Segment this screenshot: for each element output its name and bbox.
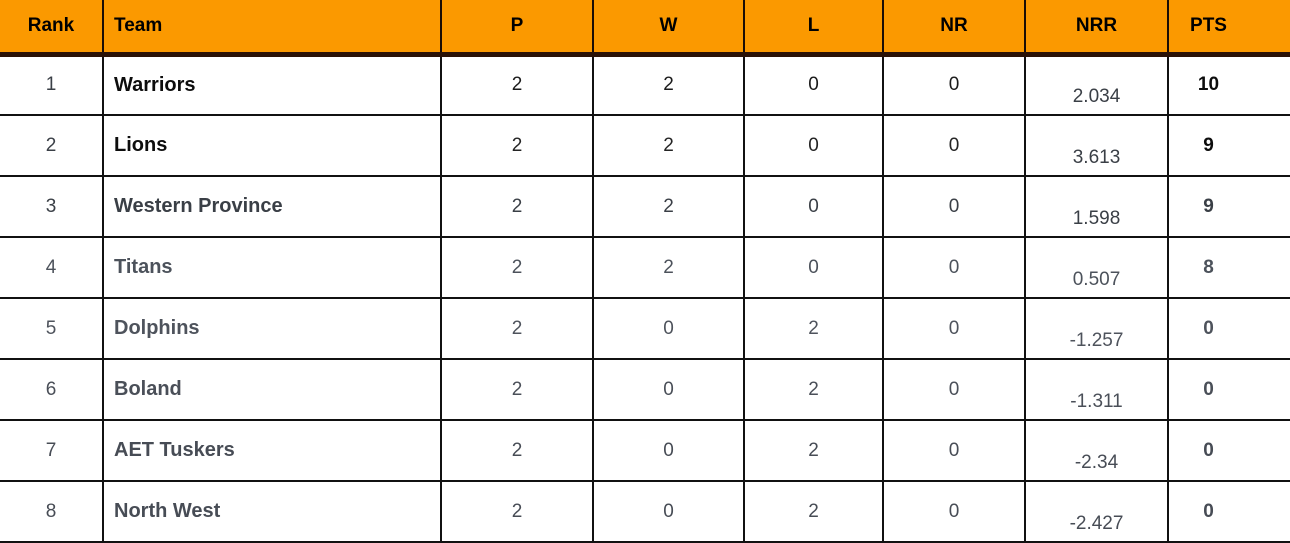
table-row: 1 Warriors 2 2 0 0 2.034 10 [0, 54, 1290, 116]
cell-nrr: -2.34 [1025, 420, 1169, 482]
standings-table: Rank Team P W L NR NRR PTS 1 Warriors 2 … [0, 0, 1290, 543]
cell-nrr: 2.034 [1025, 54, 1169, 116]
cell-team[interactable]: Boland [103, 359, 442, 421]
column-header-rank[interactable]: Rank [0, 0, 104, 57]
table-row: 7 AET Tuskers 2 0 2 0 -2.34 0 [0, 420, 1290, 482]
cell-nr: 0 [883, 237, 1026, 299]
cell-nr: 0 [883, 54, 1026, 116]
table-row: 5 Dolphins 2 0 2 0 -1.257 0 [0, 298, 1290, 360]
cell-l: 0 [744, 115, 884, 177]
table-row: 2 Lions 2 2 0 0 3.613 9 [0, 115, 1290, 177]
cell-nr: 0 [883, 298, 1026, 360]
cell-nrr: 0.507 [1025, 237, 1169, 299]
column-header-w[interactable]: W [593, 0, 745, 57]
cell-rank: 6 [0, 359, 104, 421]
cell-team[interactable]: Dolphins [103, 298, 442, 360]
cell-nrr: 3.613 [1025, 115, 1169, 177]
cell-w: 2 [593, 54, 745, 116]
cell-team[interactable]: Lions [103, 115, 442, 177]
cell-w: 0 [593, 359, 745, 421]
cell-nrr: -1.311 [1025, 359, 1169, 421]
column-header-pts[interactable]: PTS [1168, 0, 1290, 57]
cell-nr: 0 [883, 420, 1026, 482]
cell-rank: 1 [0, 54, 104, 116]
cell-p: 2 [441, 176, 594, 238]
cell-l: 0 [744, 176, 884, 238]
table-row: 4 Titans 2 2 0 0 0.507 8 [0, 237, 1290, 299]
column-header-team[interactable]: Team [103, 0, 442, 57]
cell-l: 0 [744, 237, 884, 299]
cell-pts: 0 [1168, 298, 1290, 360]
cell-nr: 0 [883, 481, 1026, 543]
cell-l: 2 [744, 359, 884, 421]
cell-team[interactable]: Titans [103, 237, 442, 299]
cell-rank: 4 [0, 237, 104, 299]
cell-l: 2 [744, 481, 884, 543]
cell-l: 2 [744, 298, 884, 360]
cell-pts: 9 [1168, 176, 1290, 238]
table-row: 6 Boland 2 0 2 0 -1.311 0 [0, 359, 1290, 421]
cell-pts: 8 [1168, 237, 1290, 299]
cell-w: 2 [593, 237, 745, 299]
cell-rank: 8 [0, 481, 104, 543]
cell-pts: 0 [1168, 420, 1290, 482]
cell-rank: 7 [0, 420, 104, 482]
cell-nrr: -1.257 [1025, 298, 1169, 360]
cell-pts: 0 [1168, 359, 1290, 421]
cell-rank: 2 [0, 115, 104, 177]
cell-nr: 0 [883, 176, 1026, 238]
cell-p: 2 [441, 115, 594, 177]
table-row: 8 North West 2 0 2 0 -2.427 0 [0, 481, 1290, 543]
cell-w: 2 [593, 176, 745, 238]
cell-w: 2 [593, 115, 745, 177]
column-header-l[interactable]: L [744, 0, 884, 57]
cell-nr: 0 [883, 359, 1026, 421]
cell-l: 0 [744, 54, 884, 116]
cell-p: 2 [441, 420, 594, 482]
cell-pts: 10 [1168, 54, 1290, 116]
cell-team[interactable]: North West [103, 481, 442, 543]
cell-l: 2 [744, 420, 884, 482]
cell-nrr: -2.427 [1025, 481, 1169, 543]
column-header-nr[interactable]: NR [883, 0, 1026, 57]
table-header: Rank Team P W L NR NRR PTS [0, 0, 1290, 57]
table-row: 3 Western Province 2 2 0 0 1.598 9 [0, 176, 1290, 238]
column-header-p[interactable]: P [441, 0, 594, 57]
cell-p: 2 [441, 237, 594, 299]
cell-team[interactable]: AET Tuskers [103, 420, 442, 482]
table-body: 1 Warriors 2 2 0 0 2.034 10 2 Lions 2 2 … [0, 54, 1290, 543]
cell-w: 0 [593, 481, 745, 543]
cell-w: 0 [593, 420, 745, 482]
cell-p: 2 [441, 54, 594, 116]
header-row: Rank Team P W L NR NRR PTS [0, 0, 1290, 57]
cell-p: 2 [441, 298, 594, 360]
cell-rank: 3 [0, 176, 104, 238]
cell-pts: 0 [1168, 481, 1290, 543]
cell-p: 2 [441, 359, 594, 421]
cell-rank: 5 [0, 298, 104, 360]
cell-team[interactable]: Western Province [103, 176, 442, 238]
column-header-nrr[interactable]: NRR [1025, 0, 1169, 57]
cell-nrr: 1.598 [1025, 176, 1169, 238]
cell-w: 0 [593, 298, 745, 360]
cell-nr: 0 [883, 115, 1026, 177]
cell-p: 2 [441, 481, 594, 543]
cell-team[interactable]: Warriors [103, 54, 442, 116]
cell-pts: 9 [1168, 115, 1290, 177]
